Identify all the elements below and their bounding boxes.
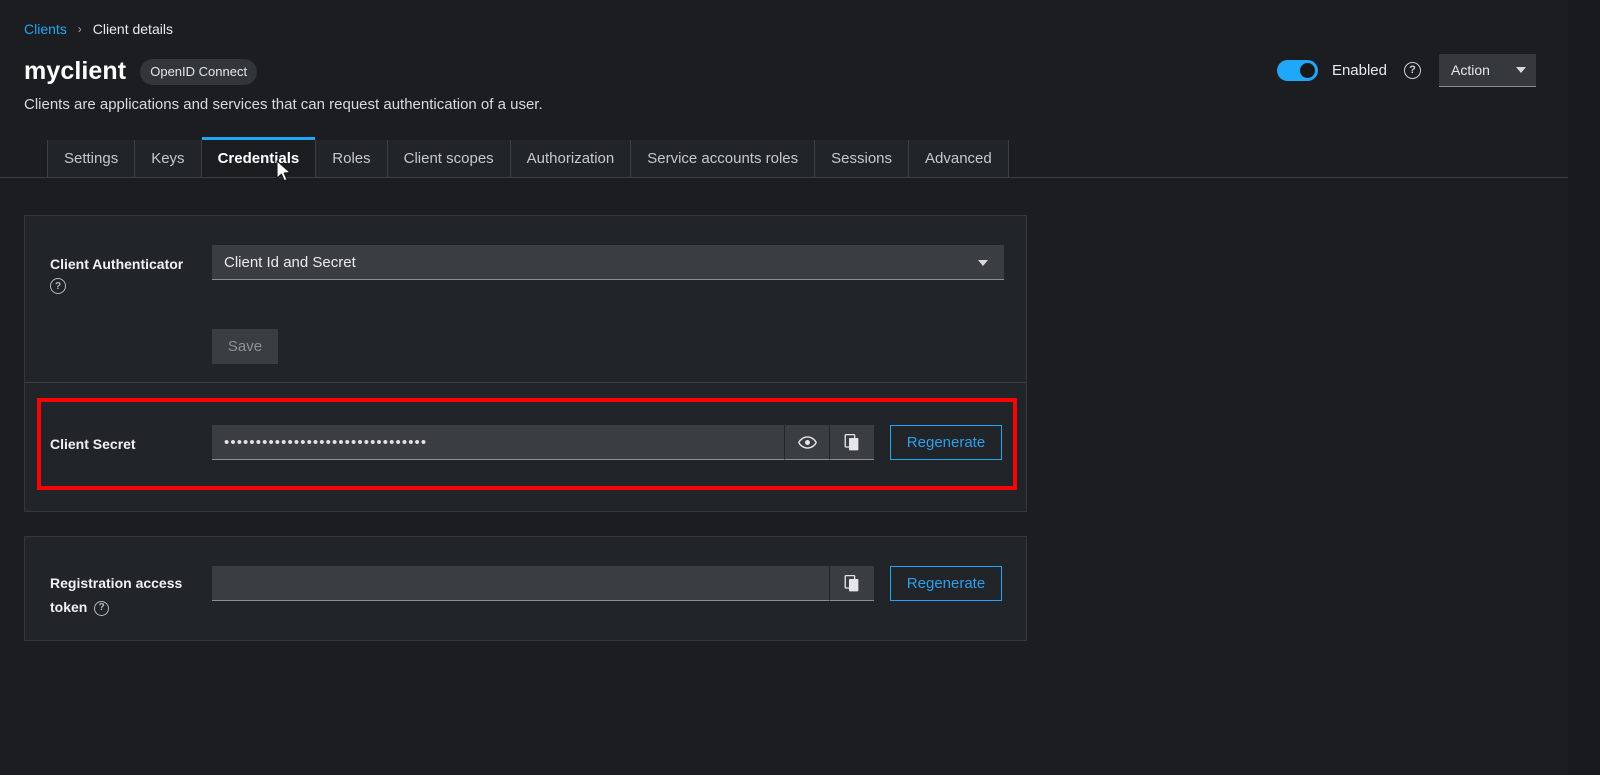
show-secret-button[interactable] [784, 425, 829, 460]
client-authenticator-label: Client Authenticator [50, 256, 184, 272]
registration-access-token-card: Registration access token ? Regenerate [24, 536, 1027, 641]
client-secret-label: Client Secret [50, 436, 136, 452]
question-circle-icon[interactable]: ? [1404, 61, 1421, 79]
question-circle-icon[interactable]: ? [94, 600, 110, 616]
enabled-label: Enabled [1331, 61, 1387, 79]
tab-settings[interactable]: Settings [47, 140, 136, 177]
registration-token-label-line2: token [50, 599, 88, 615]
app-page: Clients › Client details myclient OpenID… [0, 0, 1600, 775]
question-circle-icon[interactable]: ? [50, 278, 66, 294]
registration-access-token-input[interactable] [212, 566, 829, 601]
registration-token-field-group: Regenerate [212, 566, 1002, 601]
protocol-badge: OpenID Connect [140, 58, 258, 85]
client-authenticator-select[interactable]: Client Id and Secret [212, 245, 1004, 280]
tab-client-scopes[interactable]: Client scopes [387, 140, 511, 177]
chevron-down-icon [978, 260, 988, 266]
copy-icon [844, 574, 859, 591]
regenerate-secret-button[interactable]: Regenerate [890, 425, 1002, 460]
tab-bar: Settings Keys Credentials Roles Client s… [47, 137, 1009, 177]
tab-service-accounts-roles[interactable]: Service accounts roles [631, 140, 816, 177]
page-title: myclient [24, 57, 127, 85]
header-actions: Enabled ? Action [1276, 53, 1536, 87]
copy-secret-button[interactable] [829, 425, 874, 460]
save-button[interactable]: Save [212, 329, 278, 364]
copy-registration-token-button[interactable] [829, 566, 874, 601]
chevron-down-icon [1516, 66, 1526, 73]
right-gutter [1568, 0, 1600, 775]
client-authenticator-selected-value: Client Id and Secret [224, 253, 356, 271]
content-viewport: Clients › Client details myclient OpenID… [0, 0, 1568, 775]
tab-roles[interactable]: Roles [316, 140, 388, 177]
tab-credentials[interactable]: Credentials [201, 137, 317, 177]
copy-icon [844, 433, 859, 450]
client-secret-field-group: Regenerate [212, 425, 1002, 460]
breadcrumb: Clients › Client details [24, 20, 173, 38]
registration-token-label-line1: Registration access [50, 575, 183, 591]
action-dropdown-button[interactable]: Action [1439, 53, 1536, 87]
tab-bar-divider [0, 177, 1568, 178]
tab-sessions[interactable]: Sessions [815, 140, 910, 177]
credentials-card: Client Authenticator ? Client Id and Sec… [24, 215, 1027, 512]
eye-icon [797, 435, 817, 449]
tab-keys[interactable]: Keys [135, 140, 202, 177]
regenerate-registration-token-button[interactable]: Regenerate [890, 566, 1002, 601]
tab-authorization[interactable]: Authorization [510, 140, 632, 177]
enabled-toggle[interactable] [1276, 59, 1318, 81]
client-secret-input[interactable] [212, 425, 784, 460]
breadcrumb-link-clients[interactable]: Clients [24, 20, 67, 38]
action-dropdown-label: Action [1451, 61, 1490, 78]
page-subtitle: Clients are applications and services th… [24, 96, 543, 113]
card-section-divider [25, 382, 1026, 383]
breadcrumb-separator-icon: › [77, 22, 82, 36]
toggle-knob [1299, 62, 1315, 78]
breadcrumb-current: Client details [92, 21, 173, 37]
registration-access-token-label: Registration access token ? [50, 571, 200, 619]
page-title-row: myclient OpenID Connect [24, 57, 258, 86]
tab-advanced[interactable]: Advanced [909, 140, 1009, 177]
